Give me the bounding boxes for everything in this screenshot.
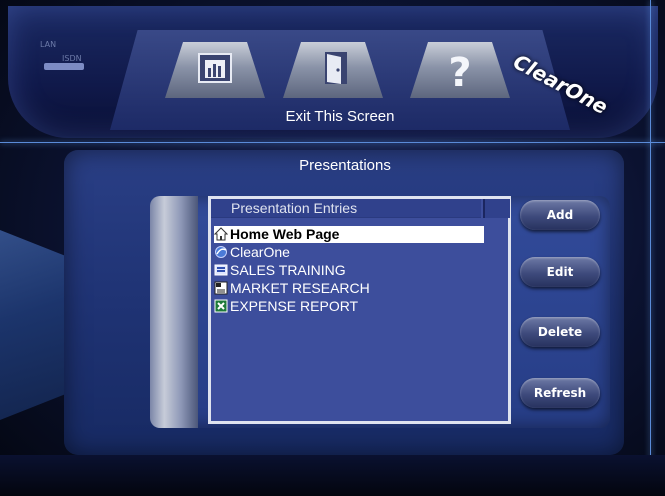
list-item-label: EXPENSE REPORT — [230, 298, 359, 314]
list-header-end — [483, 199, 510, 218]
presentation-icon — [214, 264, 228, 276]
glow-line-right — [650, 0, 651, 496]
list-item-label: SALES TRAINING — [230, 262, 346, 278]
panel-title: Presentations — [299, 157, 391, 174]
document-icon — [214, 281, 228, 295]
lan-indicator — [44, 63, 84, 70]
delete-button[interactable]: Delete — [520, 317, 600, 347]
add-button[interactable]: Add — [520, 200, 600, 230]
refresh-button[interactable]: Refresh — [520, 378, 600, 408]
spreadsheet-icon — [214, 299, 228, 313]
list-item-clearone[interactable]: ClearOne — [214, 244, 484, 261]
list-item-home-web-page[interactable]: Home Web Page — [214, 226, 484, 243]
lan-label: LAN — [40, 40, 57, 49]
list-item-sales-training[interactable]: SALES TRAINING — [214, 262, 484, 279]
list-item-expense-report[interactable]: EXPENSE REPORT — [214, 298, 484, 315]
home-icon — [214, 227, 228, 241]
list-item-market-research[interactable]: MARKET RESEARCH — [214, 280, 484, 297]
exit-screen-label: Exit This Screen — [285, 108, 395, 125]
list-item-label: MARKET RESEARCH — [230, 280, 370, 296]
tray-cylinder — [150, 196, 198, 428]
browser-icon — [215, 246, 227, 258]
list-item-label: Home Web Page — [230, 226, 340, 242]
bottom-bar — [0, 455, 665, 496]
svg-text:?: ? — [448, 50, 471, 96]
isdn-label: ISDN — [62, 54, 82, 63]
list-header: Presentation Entries — [211, 199, 481, 218]
list-item-label: ClearOne — [230, 244, 290, 260]
edit-button[interactable]: Edit — [520, 257, 600, 287]
presentation-list[interactable]: Presentation Entries Home Web Page Clear… — [208, 196, 511, 424]
app-frame: LAN ISDN ? Exit This Screen ClearOne Pre… — [0, 0, 665, 496]
glow-line-top — [0, 142, 665, 143]
